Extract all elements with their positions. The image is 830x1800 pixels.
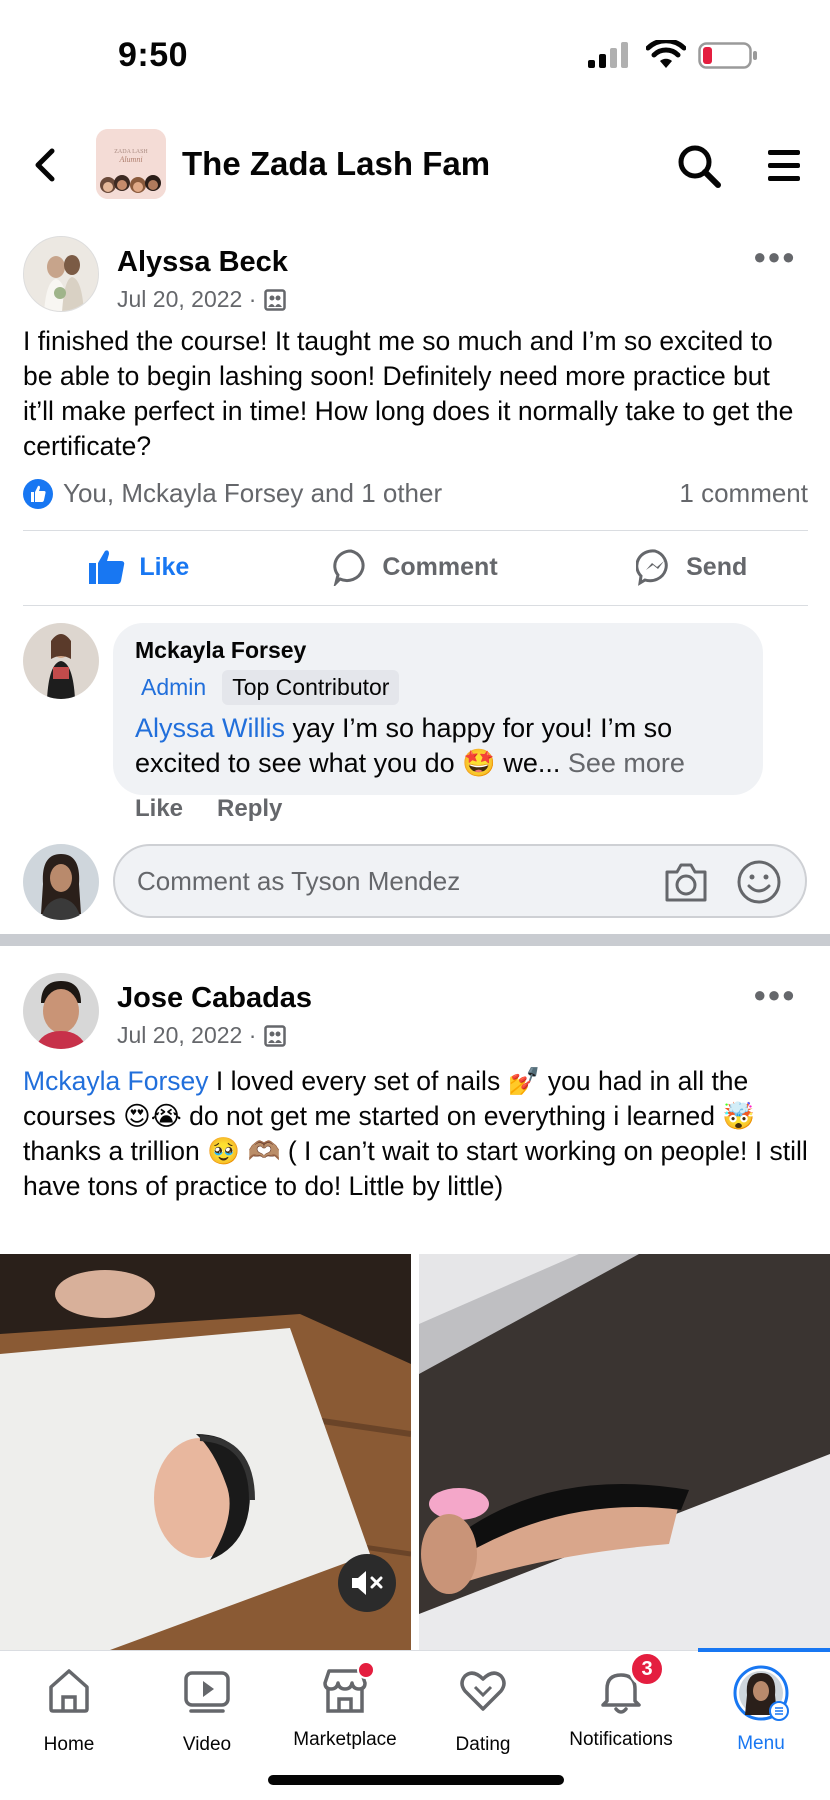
post: Jose Cabadas Jul 20, 2022 · ●●● Mckayla … <box>0 960 830 1650</box>
emoji-icon[interactable] <box>735 858 783 906</box>
comment-input[interactable]: Comment as Tyson Mendez <box>113 844 807 918</box>
top-contributor-badge: Top Contributor <box>222 670 400 705</box>
tab-marketplace[interactable]: Marketplace <box>276 1661 414 1765</box>
tab-menu[interactable]: Menu <box>692 1665 830 1765</box>
comment-badges: Admin Top Contributor <box>135 670 741 705</box>
hamburger-menu-icon[interactable] <box>766 147 802 185</box>
post-action-row: Like Comment Send <box>0 532 830 602</box>
tab-menu-label: Menu <box>737 1733 785 1754</box>
send-label: Send <box>686 552 748 581</box>
post-author[interactable]: Jose Cabadas <box>117 982 312 1015</box>
back-arrow-icon[interactable] <box>28 145 64 185</box>
battery-icon <box>698 42 757 69</box>
like-reaction-icon <box>23 478 53 509</box>
tab-home[interactable]: Home <box>0 1665 138 1765</box>
video-icon <box>184 1671 230 1713</box>
muted-speaker-icon <box>352 1571 383 1595</box>
comment-input-row: Comment as Tyson Mendez <box>0 840 830 920</box>
search-icon[interactable] <box>676 143 722 189</box>
post-separator <box>0 934 830 946</box>
divider <box>23 530 808 531</box>
like-button[interactable]: Like <box>0 532 277 602</box>
post-author[interactable]: Alyssa Beck <box>117 246 288 279</box>
status-bar: 9:50 <box>0 0 830 110</box>
post-meta: Jul 20, 2022 · <box>117 1022 287 1049</box>
post-date[interactable]: Jul 20, 2022 · <box>117 286 256 313</box>
tab-marketplace-label: Marketplace <box>293 1729 397 1750</box>
status-time: 9:50 <box>118 36 189 74</box>
post-text: Mckayla Forsey I loved every set of nail… <box>23 1064 808 1204</box>
comment-actions: Like Reply <box>135 795 282 823</box>
comment-author[interactable]: Mckayla Forsey <box>135 637 741 664</box>
see-more-link[interactable]: See more <box>560 748 685 778</box>
active-tab-indicator <box>698 1648 830 1652</box>
group-header: ZADA LASH Alumni The Zada Lash Fam <box>0 125 830 205</box>
marketplace-icon-wrap <box>319 1661 375 1717</box>
comment-count[interactable]: 1 comment <box>679 478 808 509</box>
messenger-icon <box>636 549 668 586</box>
mute-button[interactable] <box>338 1554 396 1612</box>
home-icon <box>49 1669 89 1713</box>
thumbs-up-icon <box>89 550 125 584</box>
divider <box>23 605 808 606</box>
reactions-text: You, Mckayla Forsey and 1 other <box>63 478 443 508</box>
comment-mention[interactable]: Alyssa Willis <box>135 713 285 743</box>
avatar <box>23 844 99 920</box>
avatar[interactable] <box>23 623 99 699</box>
profile-avatar-icon <box>733 1665 789 1721</box>
post-photo[interactable] <box>419 1254 830 1650</box>
comment-input-placeholder: Comment as Tyson Mendez <box>137 866 461 896</box>
wifi-icon <box>646 40 686 68</box>
reactions-row[interactable]: You, Mckayla Forsey and 1 other 1 commen… <box>23 478 808 509</box>
comment-button[interactable]: Comment <box>277 532 554 602</box>
post-mention[interactable]: Mckayla Forsey <box>23 1066 209 1096</box>
group-members-icon <box>264 288 287 311</box>
comment-bubble[interactable]: Mckayla Forsey Admin Top Contributor Aly… <box>113 623 763 795</box>
comment-like-button[interactable]: Like <box>135 795 183 823</box>
avatar[interactable] <box>23 973 99 1049</box>
post-video[interactable] <box>0 1254 411 1650</box>
tab-dating-label: Dating <box>455 1734 511 1755</box>
notifications-count-badge: 3 <box>629 1651 665 1687</box>
send-button[interactable]: Send <box>553 532 830 602</box>
post: Alyssa Beck Jul 20, 2022 · ●●● I finishe… <box>0 230 830 920</box>
post-text: I finished the course! It taught me so m… <box>23 326 794 461</box>
dating-heart-icon <box>460 1671 506 1711</box>
tab-notifications-label: Notifications <box>569 1729 673 1750</box>
notifications-icon-wrap: 3 <box>595 1651 665 1717</box>
tab-home-label: Home <box>43 1734 95 1755</box>
admin-badge: Admin <box>141 674 207 700</box>
tab-video[interactable]: Video <box>138 1665 276 1765</box>
group-members-icon <box>264 1024 287 1047</box>
comment-reply-button[interactable]: Reply <box>217 795 282 823</box>
tab-dating[interactable]: Dating <box>414 1665 552 1765</box>
home-indicator <box>268 1775 564 1785</box>
post-date[interactable]: Jul 20, 2022 · <box>117 1022 256 1049</box>
comment-text: Alyssa Willis yay I’m so happy for you! … <box>135 711 741 781</box>
avatar[interactable] <box>23 236 99 312</box>
more-options-icon[interactable]: ●●● <box>753 982 796 1008</box>
svg-text:Alumni: Alumni <box>118 155 142 164</box>
tab-video-label: Video <box>182 1734 232 1755</box>
more-options-icon[interactable]: ●●● <box>753 244 796 270</box>
comment-bubble-icon <box>333 549 365 586</box>
like-label: Like <box>139 552 190 581</box>
post-meta: Jul 20, 2022 · <box>117 286 287 313</box>
cellular-signal-icon <box>588 42 628 68</box>
group-avatar[interactable]: ZADA LASH Alumni <box>96 129 166 199</box>
camera-icon[interactable] <box>663 860 709 904</box>
group-title[interactable]: The Zada Lash Fam <box>182 145 490 183</box>
comment-label: Comment <box>382 552 498 581</box>
marketplace-dot-badge <box>357 1661 375 1679</box>
tab-notifications[interactable]: 3 Notifications <box>552 1651 690 1765</box>
